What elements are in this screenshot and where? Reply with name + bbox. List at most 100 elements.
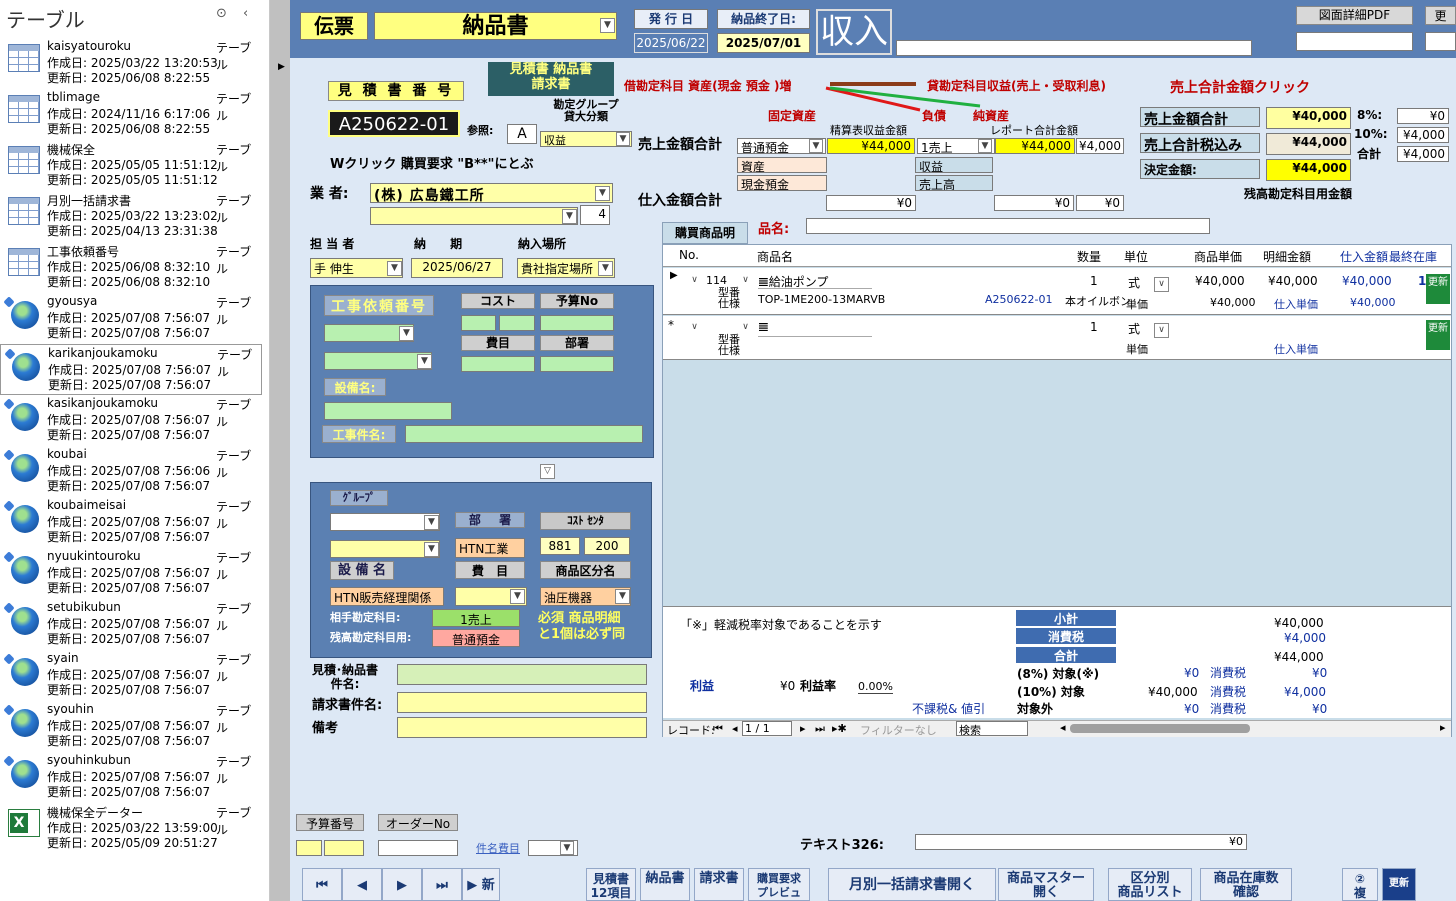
item-cost-dropdown-icon[interactable]: ▼ xyxy=(560,841,574,855)
table-row-new[interactable] xyxy=(663,316,1451,360)
sales-sum-field[interactable]: ¥40,000 xyxy=(1266,107,1351,129)
nav-item-機械保全データー[interactable]: 機械保全データー作成日: 2025/03/22 13:59:00更新日: 202… xyxy=(0,803,262,854)
nav-collapse-icon[interactable]: ‹ xyxy=(243,6,248,21)
record-last-icon[interactable]: ⏭ xyxy=(815,722,825,736)
rate8-field[interactable]: ¥0 xyxy=(1397,108,1449,124)
category-list-button[interactable]: 区分別 商品リスト xyxy=(1108,868,1192,901)
last-record-button[interactable]: ⏭ xyxy=(422,868,462,901)
report-tax-field[interactable]: ¥4,000 xyxy=(1076,138,1124,154)
cost-center-field-1[interactable]: 881 xyxy=(540,537,580,555)
cost-field-2[interactable] xyxy=(499,315,535,331)
nav-item-月別一括請求書[interactable]: 月別一括請求書 作成日: 2025/03/22 13:23:02 更新日: 2025… xyxy=(0,191,262,242)
cost-field-1[interactable] xyxy=(461,315,496,331)
budget-number-field-2[interactable] xyxy=(324,840,364,856)
dept-field[interactable] xyxy=(540,356,614,372)
item-name-field[interactable] xyxy=(806,218,1210,234)
row2-no-dropdown-icon[interactable]: ∨ xyxy=(687,321,702,336)
pdf-path-field[interactable] xyxy=(1296,32,1413,51)
update-top-button[interactable]: 更 xyxy=(1425,6,1456,25)
issue-date-field[interactable]: 2025/06/22 xyxy=(634,33,708,53)
purchase-total-field-2[interactable]: ¥0 xyxy=(994,195,1074,211)
nav-item-kasikanjoukamoku[interactable]: kasikanjoukamoku 作成日: 2025/07/08 7:56:07 更… xyxy=(0,395,262,446)
row1-maker[interactable]: 本オイルボン xyxy=(1065,293,1131,309)
row1-cost-price[interactable]: ¥40,000 xyxy=(1350,296,1396,309)
vendor-select[interactable]: (株) 広島鐵工所 xyxy=(370,183,613,203)
memo-field[interactable] xyxy=(397,717,647,738)
row2-qty[interactable]: 1 xyxy=(1090,320,1098,334)
column-header-2[interactable]: 数量 xyxy=(1077,248,1101,265)
nav-item-setubikubun[interactable]: setubikubun 作成日: 2025/07/08 7:56:07 更新日: 2… xyxy=(0,599,262,650)
expense-group-dropdown-icon[interactable]: ▼ xyxy=(510,589,525,604)
nav-item-syouhinkubun[interactable]: syouhinkubun 作成日: 2025/07/08 7:56:07 更新日: … xyxy=(0,752,262,803)
vendor-sub-dropdown-icon[interactable]: ▼ xyxy=(562,209,577,224)
purchase-total-field-1[interactable]: ¥0 xyxy=(826,195,916,211)
copy-button[interactable]: ② 複 xyxy=(1342,868,1378,901)
invoice-name-field[interactable] xyxy=(397,692,647,713)
report-total-field[interactable]: ¥44,000 xyxy=(995,138,1075,154)
delivery-button[interactable]: 納品書 xyxy=(640,868,690,901)
group-dropdown-icon[interactable]: ▼ xyxy=(424,515,439,530)
prev-record-button[interactable]: ◀ xyxy=(342,868,382,901)
nav-item-syouhin[interactable]: syouhin 作成日: 2025/07/08 7:56:07 更新日: 2025/… xyxy=(0,701,262,752)
next-record-button[interactable]: ▶ xyxy=(382,868,422,901)
expand-section-icon[interactable]: ▽ xyxy=(540,464,555,479)
drawing-pdf-button[interactable]: 図面詳細PDF xyxy=(1296,6,1413,25)
order-number-field[interactable] xyxy=(378,840,458,856)
purchase-total-field-3[interactable]: ¥0 xyxy=(1076,195,1124,211)
work-request-select-2[interactable] xyxy=(324,352,432,370)
nav-item-tblimage[interactable]: tblimage 作成日: 2024/11/16 6:17:06 更新日: 2025… xyxy=(0,89,262,140)
estimate-12-button[interactable]: 見積書 12項目 xyxy=(586,868,636,901)
monthly-invoice-button[interactable]: 月別一括請求書開く xyxy=(828,868,996,901)
nav-item-karikanjoukamoku[interactable]: karikanjoukamoku 作成日: 2025/07/08 7:56:07 更… xyxy=(0,344,262,395)
credit-account-dropdown-icon[interactable]: ▼ xyxy=(978,139,992,153)
final-amount-field[interactable]: ¥44,000 xyxy=(1266,159,1351,181)
column-header-3[interactable]: 単位 xyxy=(1124,248,1148,265)
row1-unit-price[interactable]: ¥40,000 xyxy=(1210,296,1256,309)
record-search-input[interactable]: 検索 xyxy=(956,721,1028,736)
row2-name-dropdown-icon[interactable]: ∨ xyxy=(738,321,753,336)
vendor-dropdown-icon[interactable]: ▼ xyxy=(595,186,610,201)
column-header-4[interactable]: 商品単価 xyxy=(1194,248,1242,265)
ref-field[interactable]: A xyxy=(507,124,537,144)
estimate-name-field[interactable] xyxy=(397,664,647,685)
row1-update-button[interactable]: 更新 xyxy=(1426,274,1450,304)
expense-field[interactable] xyxy=(461,356,535,372)
purchase-preview-button[interactable]: 購買要求 プレビュ xyxy=(748,868,810,901)
filter-status[interactable]: フィルターなし xyxy=(860,722,937,738)
doc-type-select[interactable]: 納品書 xyxy=(374,12,617,40)
nav-item-nyuukintouroku[interactable]: nyuukintouroku 作成日: 2025/07/08 7:56:07 更新日… xyxy=(0,548,262,599)
place-dropdown-icon[interactable]: ▼ xyxy=(598,261,613,276)
first-record-button[interactable]: ⏮ xyxy=(302,868,342,901)
update-top-field[interactable] xyxy=(1425,32,1456,51)
work-request-dropdown-1-icon[interactable]: ▼ xyxy=(399,326,414,341)
vendor-sub-select[interactable] xyxy=(370,207,578,225)
scroll-right-icon[interactable]: ▸ xyxy=(1440,721,1446,734)
work-name-field[interactable] xyxy=(405,425,643,443)
nav-menu-icon[interactable]: ⊙ xyxy=(216,6,227,21)
equipment-group-field[interactable]: HTN販売経理関係 xyxy=(330,587,444,606)
row1-unit-dropdown-icon[interactable]: ∨ xyxy=(1154,277,1169,292)
debit-account-dropdown-icon[interactable]: ▼ xyxy=(809,139,823,153)
column-header-7[interactable]: 最終在庫 xyxy=(1389,248,1437,265)
row2-unit[interactable]: 式 xyxy=(1128,320,1140,337)
nav-item-kaisyatouroku[interactable]: kaisyatouroku 作成日: 2025/03/22 13:20:53 更新日… xyxy=(0,38,262,89)
row1-model[interactable]: TOP-1ME200-13MARVB xyxy=(758,293,885,306)
sales-tax-field[interactable]: ¥44,000 xyxy=(1266,133,1351,155)
equipment-name-field[interactable] xyxy=(324,402,452,420)
record-position-field[interactable]: 1 / 1 xyxy=(742,721,792,736)
record-prev-icon[interactable]: ◂ xyxy=(732,722,738,735)
invoice-button[interactable]: 請求書 xyxy=(694,868,744,901)
account-group-dropdown-icon[interactable]: ▼ xyxy=(616,132,630,146)
work-request-dropdown-2-icon[interactable]: ▼ xyxy=(417,354,432,369)
nav-item-syain[interactable]: syain 作成日: 2025/07/08 7:56:07 更新日: 2025/07… xyxy=(0,650,262,701)
new-record-button[interactable]: ▶ 新 xyxy=(462,868,500,901)
vendor-qty-field[interactable]: 4 xyxy=(580,205,610,225)
row1-qty[interactable]: 1 xyxy=(1090,274,1098,288)
estimate-number-field[interactable]: A250622-01 xyxy=(328,110,460,137)
purchase-items-tab[interactable]: 購買商品明 xyxy=(662,222,748,244)
partner-account-field[interactable]: 1売上 xyxy=(432,609,520,627)
sales-total-click-label[interactable]: 売上合計金額クリック xyxy=(1170,77,1310,97)
budget-no-field[interactable] xyxy=(540,315,614,331)
nav-item-機械保全[interactable]: 機械保全 作成日: 2025/05/05 11:51:12 更新日: 2025/05… xyxy=(0,140,262,191)
row2-name[interactable]: 𝌆 xyxy=(758,320,769,334)
